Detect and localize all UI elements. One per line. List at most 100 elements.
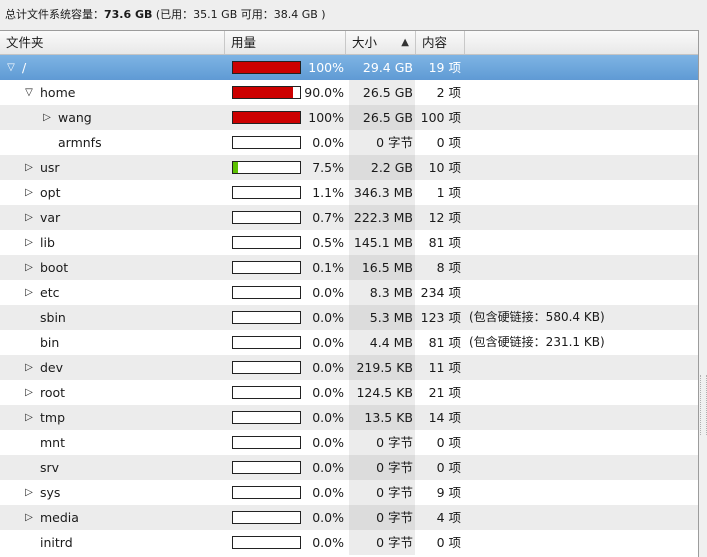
folder-row[interactable]: ▷ lib 0.5% 145.1 MB 81 项 <box>0 230 698 255</box>
folder-name: bin <box>40 335 60 350</box>
usage-bar <box>232 361 301 374</box>
folder-size: 124.5 KB <box>356 385 413 400</box>
folder-size: 219.5 KB <box>356 360 413 375</box>
folder-row[interactable]: mnt 0.0% 0 字节 0 项 <box>0 430 698 455</box>
folder-row[interactable]: initrd 0.0% 0 字节 0 项 <box>0 530 698 555</box>
scrollbar-grip[interactable] <box>700 375 707 435</box>
expand-arrow-icon[interactable]: ▷ <box>22 480 36 505</box>
folder-name: boot <box>40 260 69 275</box>
item-count: 234 项 <box>420 285 461 300</box>
item-count: 81 项 <box>428 235 461 250</box>
usage-percent: 0.0% <box>312 335 344 350</box>
folder-row[interactable]: srv 0.0% 0 字节 0 项 <box>0 455 698 480</box>
usage-bar <box>232 86 301 99</box>
column-size-label: 大小 <box>352 35 378 50</box>
folder-row[interactable]: armnfs 0.0% 0 字节 0 项 <box>0 130 698 155</box>
folder-name: wang <box>58 110 92 125</box>
folder-size: 2.2 GB <box>370 160 413 175</box>
usage-bar-fill <box>233 162 238 173</box>
collapse-arrow-icon[interactable]: ▽ <box>22 80 36 105</box>
folder-name: mnt <box>40 435 65 450</box>
expand-arrow-icon[interactable]: ▷ <box>22 405 36 430</box>
folder-row[interactable]: ▷ wang 100% 26.5 GB 100 项 <box>0 105 698 130</box>
folder-name: media <box>40 510 79 525</box>
summary-prefix: 总计文件系统容量： <box>5 8 104 21</box>
expand-arrow-icon[interactable]: ▷ <box>22 380 36 405</box>
collapse-arrow-icon[interactable]: ▽ <box>4 55 18 80</box>
folder-size: 8.3 MB <box>369 285 413 300</box>
folder-row[interactable]: ▽ / 100% 29.4 GB 19 项 <box>0 55 698 80</box>
item-count: 100 项 <box>420 110 461 125</box>
usage-percent: 0.7% <box>312 210 344 225</box>
folder-name: initrd <box>40 535 73 550</box>
item-count: 123 项 <box>420 310 461 325</box>
expand-arrow-icon[interactable]: ▷ <box>40 105 54 130</box>
folder-row[interactable]: ▷ etc 0.0% 8.3 MB 234 项 <box>0 280 698 305</box>
column-folder-label: 文件夹 <box>6 35 44 50</box>
folder-name: sbin <box>40 310 66 325</box>
usage-bar <box>232 436 301 449</box>
folder-name: dev <box>40 360 64 375</box>
usage-percent: 0.5% <box>312 235 344 250</box>
folder-row[interactable]: ▷ sys 0.0% 0 字节 9 项 <box>0 480 698 505</box>
folder-row[interactable]: ▷ boot 0.1% 16.5 MB 8 项 <box>0 255 698 280</box>
folder-size: 26.5 GB <box>362 110 413 125</box>
usage-percent: 7.5% <box>312 160 344 175</box>
column-folder[interactable]: 文件夹 <box>0 31 225 54</box>
folder-name: usr <box>40 160 60 175</box>
hardlink-note: (包含硬链接：231.1 KB) <box>469 335 605 349</box>
folder-row[interactable]: ▷ root 0.0% 124.5 KB 21 项 <box>0 380 698 405</box>
folder-row[interactable]: ▷ media 0.0% 0 字节 4 项 <box>0 505 698 530</box>
usage-percent: 0.0% <box>312 360 344 375</box>
expand-arrow-icon[interactable]: ▷ <box>22 355 36 380</box>
column-contents[interactable]: 内容 <box>416 31 465 54</box>
folder-row[interactable]: ▷ dev 0.0% 219.5 KB 11 项 <box>0 355 698 380</box>
folder-name: home <box>40 85 76 100</box>
folder-row[interactable]: bin 0.0% 4.4 MB 81 项 (包含硬链接：231.1 KB) <box>0 330 698 355</box>
folder-size: 4.4 MB <box>369 335 413 350</box>
expand-arrow-icon[interactable]: ▷ <box>22 205 36 230</box>
folder-row[interactable]: ▷ usr 7.5% 2.2 GB 10 项 <box>0 155 698 180</box>
folder-name: opt <box>40 185 61 200</box>
folder-size: 222.3 MB <box>353 210 413 225</box>
usage-percent: 90.0% <box>304 85 344 100</box>
folder-row[interactable]: ▷ tmp 0.0% 13.5 KB 14 项 <box>0 405 698 430</box>
item-count: 0 项 <box>436 535 461 550</box>
folder-size: 0 字节 <box>376 485 413 500</box>
folder-row[interactable]: sbin 0.0% 5.3 MB 123 项 (包含硬链接：580.4 KB) <box>0 305 698 330</box>
usage-bar <box>232 511 301 524</box>
item-count: 81 项 <box>428 335 461 350</box>
item-count: 1 项 <box>436 185 461 200</box>
usage-percent: 0.0% <box>312 535 344 550</box>
folder-row[interactable]: ▽ home 90.0% 26.5 GB 2 项 <box>0 80 698 105</box>
folder-name: tmp <box>40 410 66 425</box>
usage-bar <box>232 211 301 224</box>
folder-tree-view[interactable]: 文件夹 用量 大小 ▲ 内容 ▽ / 100% 29.4 GB 19 项 ▽ home 90.0… <box>0 30 699 557</box>
expand-arrow-icon[interactable]: ▷ <box>22 155 36 180</box>
expand-arrow-icon[interactable]: ▷ <box>22 230 36 255</box>
usage-percent: 0.0% <box>312 510 344 525</box>
expand-arrow-icon[interactable]: ▷ <box>22 180 36 205</box>
column-usage[interactable]: 用量 <box>225 31 346 54</box>
column-header: 文件夹 用量 大小 ▲ 内容 <box>0 31 698 55</box>
expand-arrow-icon[interactable]: ▷ <box>22 505 36 530</box>
item-count: 0 项 <box>436 435 461 450</box>
column-size[interactable]: 大小 ▲ <box>346 31 416 54</box>
folder-name: sys <box>40 485 61 500</box>
usage-bar <box>232 386 301 399</box>
item-count: 14 项 <box>428 410 461 425</box>
folder-size: 16.5 MB <box>361 260 413 275</box>
folder-size: 145.1 MB <box>353 235 413 250</box>
folder-size: 0 字节 <box>376 135 413 150</box>
expand-arrow-icon[interactable]: ▷ <box>22 255 36 280</box>
expand-arrow-icon[interactable]: ▷ <box>22 280 36 305</box>
folder-row[interactable]: ▷ opt 1.1% 346.3 MB 1 项 <box>0 180 698 205</box>
folder-name: srv <box>40 460 60 475</box>
folder-name: / <box>22 60 27 75</box>
item-count: 9 项 <box>436 485 461 500</box>
vertical-scrollbar[interactable] <box>699 30 707 557</box>
usage-percent: 100% <box>308 60 344 75</box>
usage-percent: 0.1% <box>312 260 344 275</box>
usage-bar-fill <box>233 87 293 98</box>
folder-row[interactable]: ▷ var 0.7% 222.3 MB 12 项 <box>0 205 698 230</box>
